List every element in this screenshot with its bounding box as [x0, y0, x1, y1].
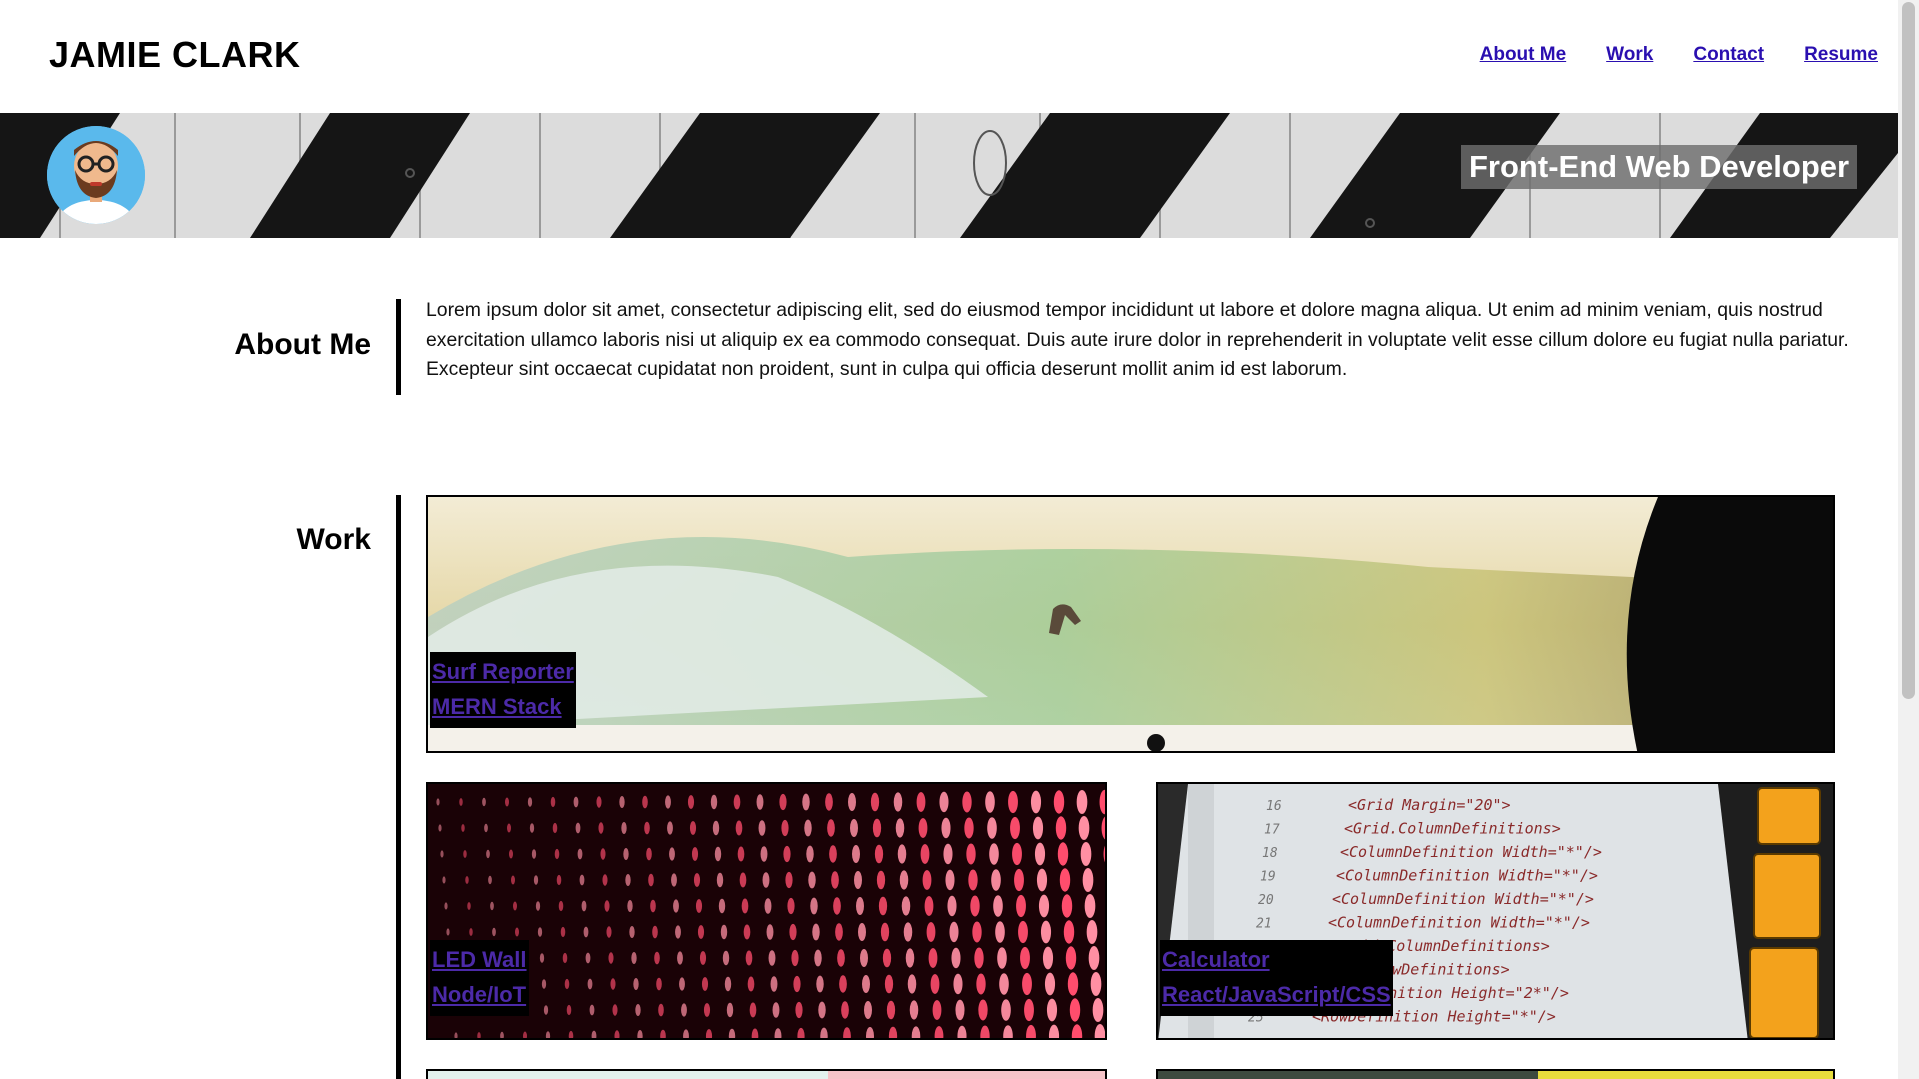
- svg-text:<Grid Margin="20">: <Grid Margin="20">: [1348, 796, 1511, 814]
- svg-text:<ColumnDefinition Width="*"/>: <ColumnDefinition Width="*"/>: [1336, 867, 1598, 885]
- nav-link-contact[interactable]: Contact: [1693, 44, 1764, 66]
- nav-link-about[interactable]: About Me: [1480, 44, 1567, 66]
- svg-text:<ColumnDefinition Width="*"/>: <ColumnDefinition Width="*"/>: [1328, 914, 1590, 932]
- page-scrollbar[interactable]: [1898, 0, 1919, 1079]
- project-stack-link[interactable]: MERN Stack: [432, 689, 574, 724]
- svg-text:<ColumnDefinition Width="*"/>: <ColumnDefinition Width="*"/>: [1340, 843, 1602, 861]
- work-divider: [396, 495, 401, 1079]
- project-title-link[interactable]: LED Wall: [432, 942, 527, 977]
- svg-text:16: 16: [1266, 799, 1282, 814]
- tagline: Front-End Web Developer: [1461, 145, 1858, 189]
- project-label-led-wall: LED Wall Node/IoT: [430, 940, 529, 1016]
- about-heading: About Me: [234, 328, 371, 361]
- project-card-led-wall[interactable]: LED Wall Node/IoT: [426, 782, 1107, 1040]
- svg-text:17: 17: [1264, 823, 1280, 838]
- svg-text:21: 21: [1256, 917, 1272, 932]
- site-title: JAMIE CLARK: [49, 34, 301, 75]
- svg-text:<Grid.ColumnDefinitions>: <Grid.ColumnDefinitions>: [1344, 820, 1561, 838]
- nav-link-work[interactable]: Work: [1606, 44, 1653, 66]
- about-text: Lorem ipsum dolor sit amet, consectetur …: [426, 299, 1849, 380]
- partial-project-image: [428, 1071, 1105, 1079]
- nav-link-resume[interactable]: Resume: [1804, 44, 1878, 66]
- svg-text:<ColumnDefinition Width="*"/>: <ColumnDefinition Width="*"/>: [1332, 890, 1594, 908]
- work-heading: Work: [296, 523, 371, 556]
- project-card-partial-left[interactable]: [426, 1069, 1107, 1079]
- svg-text:20: 20: [1258, 893, 1274, 908]
- project-label-surf-reporter: Surf Reporter MERN Stack: [430, 652, 576, 728]
- project-label-calculator: Calculator React/JavaScript/CSS: [1160, 940, 1393, 1016]
- surfer-wave-image: [428, 497, 1833, 751]
- partial-project-image: [1158, 1071, 1833, 1079]
- red-led-lights-image: [428, 784, 1105, 1038]
- developer-avatar-icon: [47, 126, 145, 224]
- project-card-surf-reporter[interactable]: Surf Reporter MERN Stack: [426, 495, 1835, 753]
- site-header: JAMIE CLARK About Me Work Contact Resume: [0, 0, 1898, 113]
- project-stack-link[interactable]: Node/IoT: [432, 977, 527, 1012]
- svg-text:19: 19: [1260, 870, 1276, 885]
- hero-banner: Front-End Web Developer: [0, 113, 1898, 238]
- svg-text:18: 18: [1262, 846, 1278, 861]
- project-card-calculator[interactable]: 16 <Grid Margin="20"> 17 <Grid.ColumnDefin…: [1156, 782, 1835, 1040]
- project-title-link[interactable]: Surf Reporter: [432, 654, 574, 689]
- scrollbar-thumb[interactable]: [1902, 2, 1915, 699]
- project-card-partial-right[interactable]: [1156, 1069, 1835, 1079]
- project-stack-link[interactable]: React/JavaScript/CSS: [1162, 977, 1391, 1012]
- about-divider: [396, 299, 401, 395]
- main-nav: About Me Work Contact Resume: [1480, 44, 1878, 66]
- project-title-link[interactable]: Calculator: [1162, 942, 1391, 977]
